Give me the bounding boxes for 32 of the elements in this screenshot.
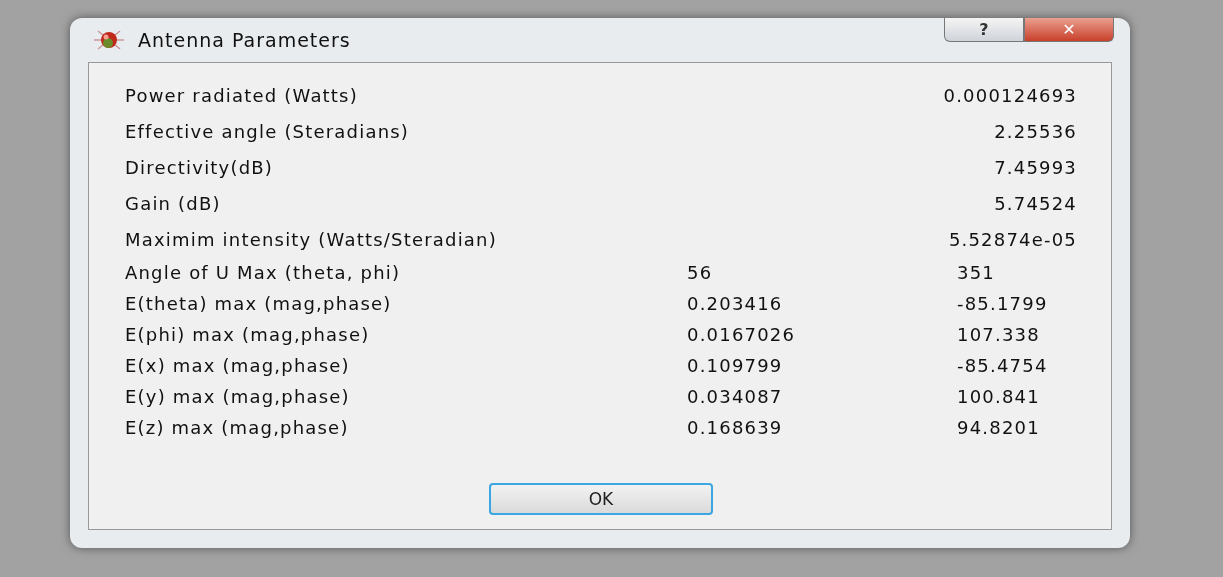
parameter-value: 0.0167026 xyxy=(687,324,797,345)
parameter-value: 100.841 xyxy=(957,386,1041,407)
parameter-value: 0.109799 xyxy=(687,355,784,376)
parameter-value: -85.4754 xyxy=(957,355,1049,376)
parameter-value: 351 xyxy=(957,262,996,283)
parameter-value: 0.168639 xyxy=(687,417,784,438)
parameter-value: 0.034087 xyxy=(687,386,784,407)
parameter-value: 7.45993 xyxy=(994,156,1077,178)
parameter-value: 107.338 xyxy=(957,324,1041,345)
parameter-value: 0.203416 xyxy=(687,293,784,314)
parameter-label: Effective angle (Steradians) xyxy=(125,120,411,142)
parameter-label: E(y) max (mag,phase) xyxy=(125,386,351,407)
parameter-label: E(z) max (mag,phase) xyxy=(125,417,350,438)
parameter-value: 2.25536 xyxy=(994,120,1077,142)
app-icon xyxy=(92,27,126,53)
parameter-label: Maximim intensity (Watts/Steradian) xyxy=(125,228,498,250)
parameter-label: E(theta) max (mag,phase) xyxy=(125,293,393,314)
window-title: Antenna Parameters xyxy=(138,29,351,51)
parameter-label: E(phi) max (mag,phase) xyxy=(125,324,371,345)
ok-button[interactable]: OK xyxy=(489,483,713,515)
parameter-value: -85.1799 xyxy=(957,293,1049,314)
parameter-value: 0.000124693 xyxy=(943,84,1077,106)
parameter-label: Power radiated (Watts) xyxy=(125,84,359,106)
parameter-label: Gain (dB) xyxy=(125,192,222,214)
help-button[interactable]: ? xyxy=(944,18,1024,42)
parameter-value: 5.52874e-05 xyxy=(948,228,1077,250)
parameter-value: 94.8201 xyxy=(957,417,1041,438)
parameter-label: Angle of U Max (theta, phi) xyxy=(125,262,402,283)
parameter-value: 56 xyxy=(687,262,714,283)
parameter-label: Directivity(dB) xyxy=(125,156,275,178)
parameter-value: 5.74524 xyxy=(994,192,1077,214)
parameter-label: E(x) max (mag,phase) xyxy=(125,355,351,376)
